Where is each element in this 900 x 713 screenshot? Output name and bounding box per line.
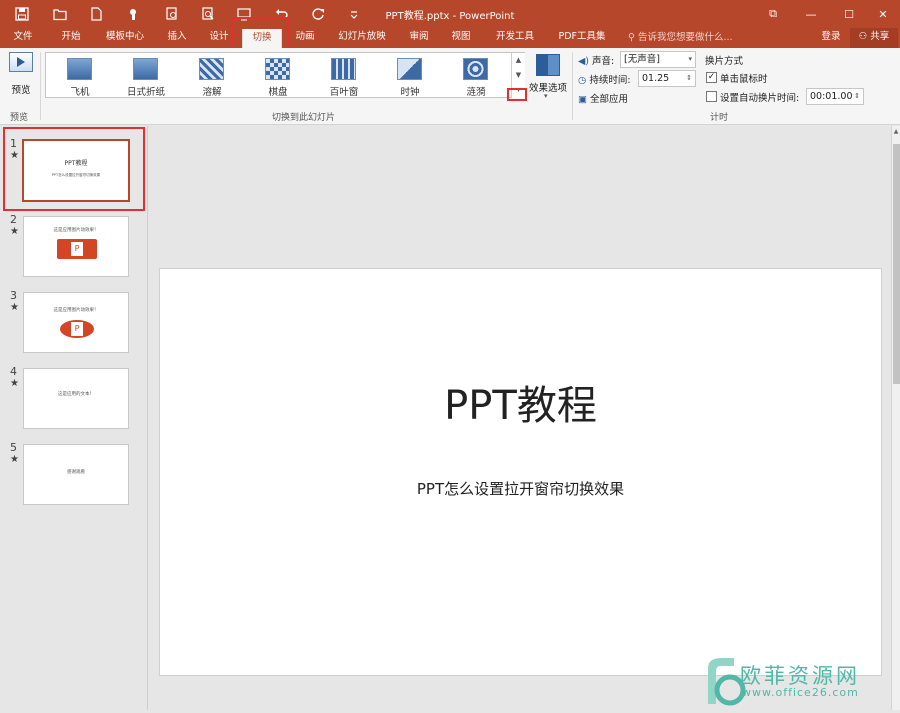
- powerpoint-logo-icon: P: [71, 242, 83, 256]
- apply-to-all-button[interactable]: ▣ 全部应用: [578, 91, 628, 105]
- transition-clock[interactable]: 时钟: [380, 55, 440, 98]
- duration-spinner[interactable]: 01.25 ⇕: [638, 70, 696, 87]
- slide-title-placeholder[interactable]: PPT教程: [160, 373, 881, 431]
- after-time-label: 设置自动换片时间:: [720, 93, 800, 104]
- tab-template-center[interactable]: 模板中心: [98, 28, 152, 48]
- chevron-down-icon: ▾: [688, 55, 692, 63]
- ribbon: 预览 预览 飞机 日式折纸 溶解 棋盘 百叶窗 时钟 涟漪 ▲ ▼ ▾ 效果选项…: [0, 48, 900, 125]
- transition-dissolve[interactable]: 溶解: [182, 55, 242, 98]
- tab-animations[interactable]: 动画: [288, 28, 322, 48]
- gallery-more-highlight-box: [507, 88, 527, 101]
- transition-gallery: 飞机 日式折纸 溶解 棋盘 百叶窗 时钟 涟漪 ▲ ▼ ▾: [45, 52, 525, 98]
- transition-blinds[interactable]: 百叶窗: [314, 55, 374, 98]
- chevron-down-icon: ▾: [544, 92, 548, 100]
- tab-review[interactable]: 审阅: [402, 28, 436, 48]
- clock-icon: [397, 58, 422, 80]
- powerpoint-logo-icon: P: [71, 322, 83, 336]
- watermark: 欧菲资源网 www.office26.com: [700, 654, 900, 710]
- tab-insert[interactable]: 插入: [160, 28, 194, 48]
- on-click-label: 单击鼠标时: [720, 74, 768, 85]
- blinds-icon: [331, 58, 356, 80]
- vertical-scrollbar[interactable]: ▲: [891, 126, 900, 710]
- slide-thumbnail[interactable]: 感谢观看: [23, 444, 129, 505]
- maximize-button[interactable]: ☐: [832, 0, 866, 28]
- slide-thumbnail-pane: 1 ★ PPT教程 PPT怎么设置拉开窗帘切换效果 2 ★ 这是应用图片动效果！…: [0, 126, 148, 710]
- slide-subtitle-placeholder[interactable]: PPT怎么设置拉开窗帘切换效果: [160, 478, 881, 499]
- preview-button[interactable]: 预览: [6, 52, 36, 100]
- advance-slide-heading: 换片方式: [705, 56, 744, 67]
- ripple-icon: [463, 58, 488, 80]
- group-label-preview: 预览: [10, 113, 29, 123]
- tab-home[interactable]: 开始: [52, 28, 90, 48]
- slide-number: 5: [10, 441, 17, 454]
- watermark-url: www.office26.com: [742, 686, 859, 699]
- tab-file[interactable]: 文件: [6, 28, 40, 48]
- slide-thumbnail[interactable]: 这是应用图片动效果！ P: [23, 216, 129, 277]
- checkerboard-icon: [265, 58, 290, 80]
- minimize-button[interactable]: —: [794, 0, 828, 28]
- effect-options-icon: [536, 54, 560, 76]
- slide-thumbnail[interactable]: 这是应用的文本！: [23, 368, 129, 429]
- tab-developer[interactable]: 开发工具: [488, 28, 542, 48]
- transition-ripple[interactable]: 涟漪: [446, 55, 506, 98]
- slide-number: 3: [10, 289, 17, 302]
- tab-view[interactable]: 视图: [444, 28, 478, 48]
- after-time-checkbox[interactable]: [706, 91, 717, 102]
- scroll-up-icon[interactable]: ▲: [892, 128, 900, 135]
- share-button[interactable]: ⚇ 共享: [850, 28, 898, 48]
- group-label-timing: 计时: [710, 113, 729, 123]
- sign-in-link[interactable]: 登录: [814, 28, 848, 48]
- effect-options-button[interactable]: 效果选项 ▾: [528, 52, 568, 104]
- slide-number: 2: [10, 213, 17, 226]
- sound-label: ◀) 声音:: [578, 56, 615, 67]
- slide-thumbnail[interactable]: 这是应用图片动效果！ P: [23, 292, 129, 353]
- separator: [40, 52, 41, 120]
- tab-design[interactable]: 设计: [202, 28, 236, 48]
- gallery-scroll-up-icon[interactable]: ▲: [511, 53, 525, 68]
- transition-checkerboard[interactable]: 棋盘: [248, 55, 308, 98]
- play-icon: [17, 57, 25, 67]
- duration-label: ◷ 持续时间:: [578, 75, 631, 86]
- ribbon-display-button[interactable]: ⧉: [756, 0, 790, 28]
- apply-all-icon: ▣: [578, 94, 587, 105]
- spinner-arrows-icon: ⇕: [686, 74, 692, 82]
- title-bar: PPT教程.pptx - PowerPoint ⧉ — ☐ ✕: [0, 0, 900, 28]
- gallery-scroll-down-icon[interactable]: ▼: [511, 68, 525, 83]
- preview-label: 预览: [11, 85, 31, 96]
- transition-star-icon: ★: [10, 378, 19, 389]
- spinner-arrows-icon: ⇕: [854, 92, 860, 100]
- ribbon-tab-bar: 文件 开始 模板中心 插入 设计 切换 动画 幻灯片放映 审阅 视图 开发工具 …: [0, 28, 900, 50]
- after-time-spinner[interactable]: 00:01.00 ⇕: [806, 88, 864, 105]
- transition-origami[interactable]: 日式折纸: [116, 55, 176, 98]
- scrollbar-thumb[interactable]: [893, 144, 900, 384]
- clock-icon: ◷: [578, 75, 587, 86]
- airplane-icon: [67, 58, 92, 80]
- sound-select[interactable]: [无声音] ▾: [620, 51, 696, 68]
- current-slide[interactable]: PPT教程 PPT怎么设置拉开窗帘切换效果: [159, 268, 882, 676]
- slide-selection-highlight-box: [3, 127, 145, 211]
- tell-me-search[interactable]: ⚲ 告诉我您想要做什么...: [628, 28, 733, 48]
- on-click-checkbox[interactable]: ✓: [706, 72, 717, 83]
- transition-star-icon: ★: [10, 302, 19, 313]
- speaker-icon: ◀): [578, 56, 590, 67]
- separator: [572, 52, 573, 120]
- slide-number: 4: [10, 365, 17, 378]
- tab-pdf-tools[interactable]: PDF工具集: [552, 28, 612, 48]
- close-button[interactable]: ✕: [866, 0, 900, 28]
- lightbulb-icon: ⚲: [628, 32, 635, 43]
- group-label-transitions: 切换到此幻灯片: [272, 113, 336, 123]
- dissolve-icon: [199, 58, 224, 80]
- origami-icon: [133, 58, 158, 80]
- tab-slideshow[interactable]: 幻灯片放映: [332, 28, 392, 48]
- transition-airplane[interactable]: 飞机: [50, 55, 110, 98]
- transition-star-icon: ★: [10, 226, 19, 237]
- transition-star-icon: ★: [10, 454, 19, 465]
- person-icon: ⚇: [858, 31, 868, 42]
